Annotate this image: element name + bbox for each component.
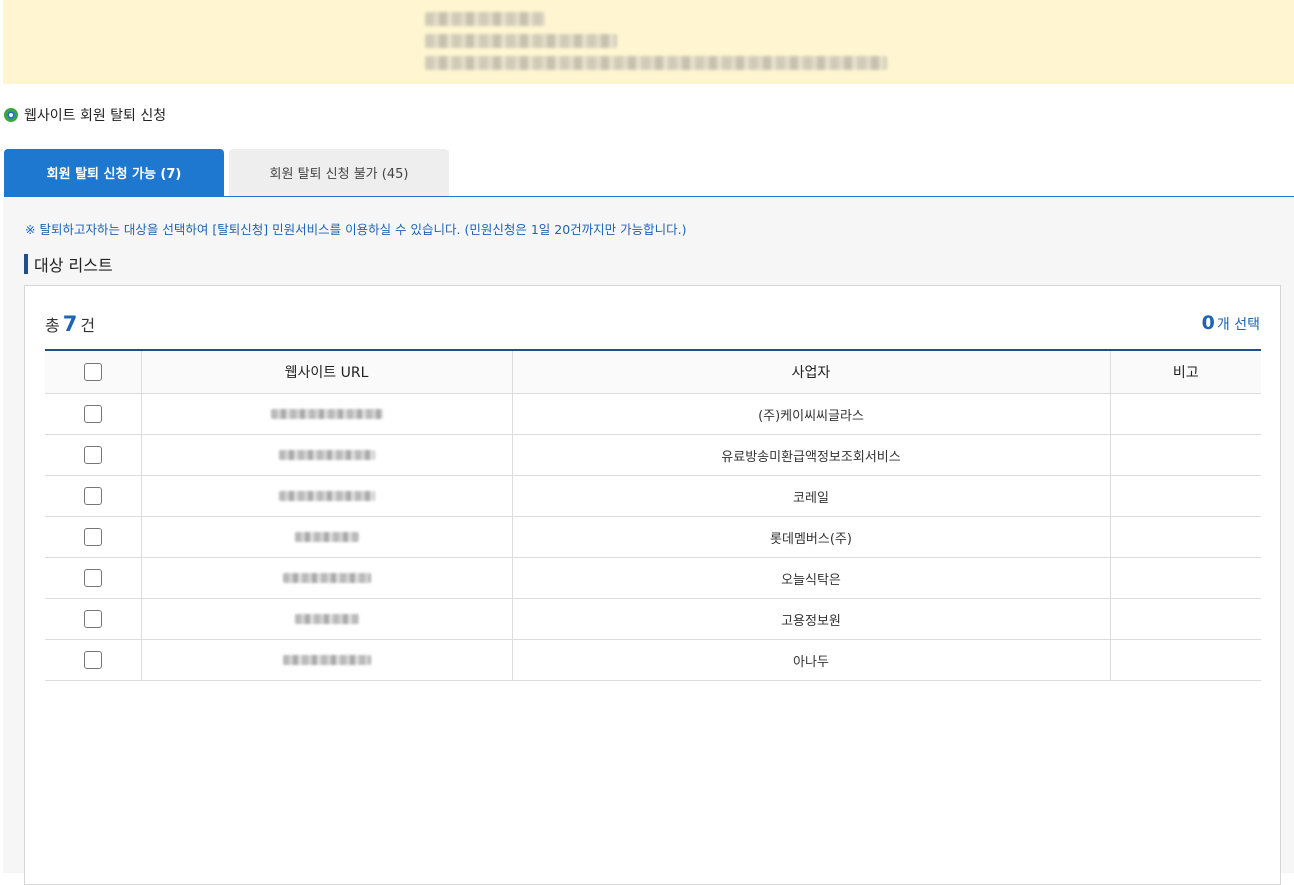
section-heading: 웹사이트 회원 탈퇴 신청 [4, 105, 166, 125]
checkbox-cell [45, 516, 141, 558]
total-number: 7 [62, 312, 78, 336]
checkbox-cell [45, 557, 141, 599]
note-cell [1109, 557, 1261, 599]
business-cell: 코레일 [511, 475, 1110, 517]
url-cell [140, 557, 512, 599]
url-cell [140, 393, 512, 435]
tab-withdrawal-available[interactable]: 회원 탈퇴 신청 가능 (7) [4, 149, 224, 196]
circle-bullet-icon [4, 108, 18, 122]
redacted-url [270, 409, 383, 419]
row-checkbox[interactable] [83, 487, 102, 505]
business-cell: 롯데멤버스(주) [511, 516, 1110, 558]
table-header-row: 웹사이트 URL 사업자 비고 [45, 350, 1261, 394]
total-suffix: 건 [80, 316, 96, 335]
table-row: 아나두 [45, 639, 1261, 681]
url-cell [140, 475, 512, 517]
total-prefix: 총 [45, 316, 60, 335]
url-cell [140, 434, 512, 476]
redacted-banner-text [425, 56, 887, 70]
target-table: 웹사이트 URL 사업자 비고 (주)케이씨씨글라스 유료방송미환급액정보조회서… [45, 349, 1261, 681]
select-all-cell [45, 350, 141, 394]
checkbox-cell [45, 475, 141, 517]
row-checkbox[interactable] [83, 446, 102, 464]
checkbox-cell [45, 434, 141, 476]
business-cell: (주)케이씨씨글라스 [511, 393, 1110, 435]
row-checkbox[interactable] [83, 405, 102, 423]
list-title: 대상 리스트 [24, 253, 113, 275]
selected-number: 0 [1201, 312, 1215, 334]
page-title: 웹사이트 회원 탈퇴 신청 [24, 108, 167, 124]
redacted-banner-text [425, 12, 545, 26]
note-cell [1109, 475, 1261, 517]
note-cell [1109, 393, 1261, 435]
note-cell [1109, 516, 1261, 558]
table-row: (주)케이씨씨글라스 [45, 393, 1261, 435]
row-checkbox[interactable] [83, 528, 102, 546]
title-accent-bar [24, 254, 28, 274]
business-cell: 오늘식탁은 [511, 557, 1110, 599]
row-checkbox[interactable] [83, 569, 102, 587]
note-cell [1109, 639, 1261, 681]
row-checkbox[interactable] [83, 651, 102, 669]
checkbox-cell [45, 639, 141, 681]
notice-text: ※ 탈퇴하고자하는 대상을 선택하여 [탈퇴신청] 민원서비스를 이용하실 수 … [25, 222, 687, 237]
column-header-url: 웹사이트 URL [140, 350, 512, 394]
url-cell [140, 598, 512, 640]
redacted-url [278, 450, 375, 460]
redacted-banner-text [425, 34, 617, 48]
table-row: 롯데멤버스(주) [45, 516, 1261, 558]
tab-withdrawal-unavailable[interactable]: 회원 탈퇴 신청 불가 (45) [229, 149, 449, 196]
redacted-url [294, 532, 359, 542]
table-row: 오늘식탁은 [45, 557, 1261, 599]
table-row: 유료방송미환급액정보조회서비스 [45, 434, 1261, 476]
checkbox-cell [45, 598, 141, 640]
url-cell [140, 516, 512, 558]
url-cell [140, 639, 512, 681]
business-cell: 유료방송미환급액정보조회서비스 [511, 434, 1110, 476]
table-row: 코레일 [45, 475, 1261, 517]
checkbox-cell [45, 393, 141, 435]
total-count: 총 7 건 [45, 312, 95, 336]
top-banner [3, 0, 1294, 84]
redacted-url [294, 614, 359, 624]
redacted-url [282, 573, 371, 583]
row-checkbox[interactable] [83, 610, 102, 628]
business-cell: 고용정보원 [511, 598, 1110, 640]
selected-count: 0 개 선택 [1202, 312, 1260, 334]
business-cell: 아나두 [511, 639, 1110, 681]
redacted-url [278, 491, 375, 501]
note-cell [1109, 434, 1261, 476]
select-all-checkbox[interactable] [83, 363, 102, 381]
column-header-note: 비고 [1109, 350, 1261, 394]
list-title-label: 대상 리스트 [34, 256, 113, 275]
note-cell [1109, 598, 1261, 640]
column-header-business: 사업자 [511, 350, 1110, 394]
table-row: 고용정보원 [45, 598, 1261, 640]
redacted-url [282, 655, 371, 665]
selected-suffix: 개 선택 [1216, 317, 1260, 333]
tab-bar: 회원 탈퇴 신청 가능 (7) 회원 탈퇴 신청 불가 (45) [4, 149, 449, 196]
